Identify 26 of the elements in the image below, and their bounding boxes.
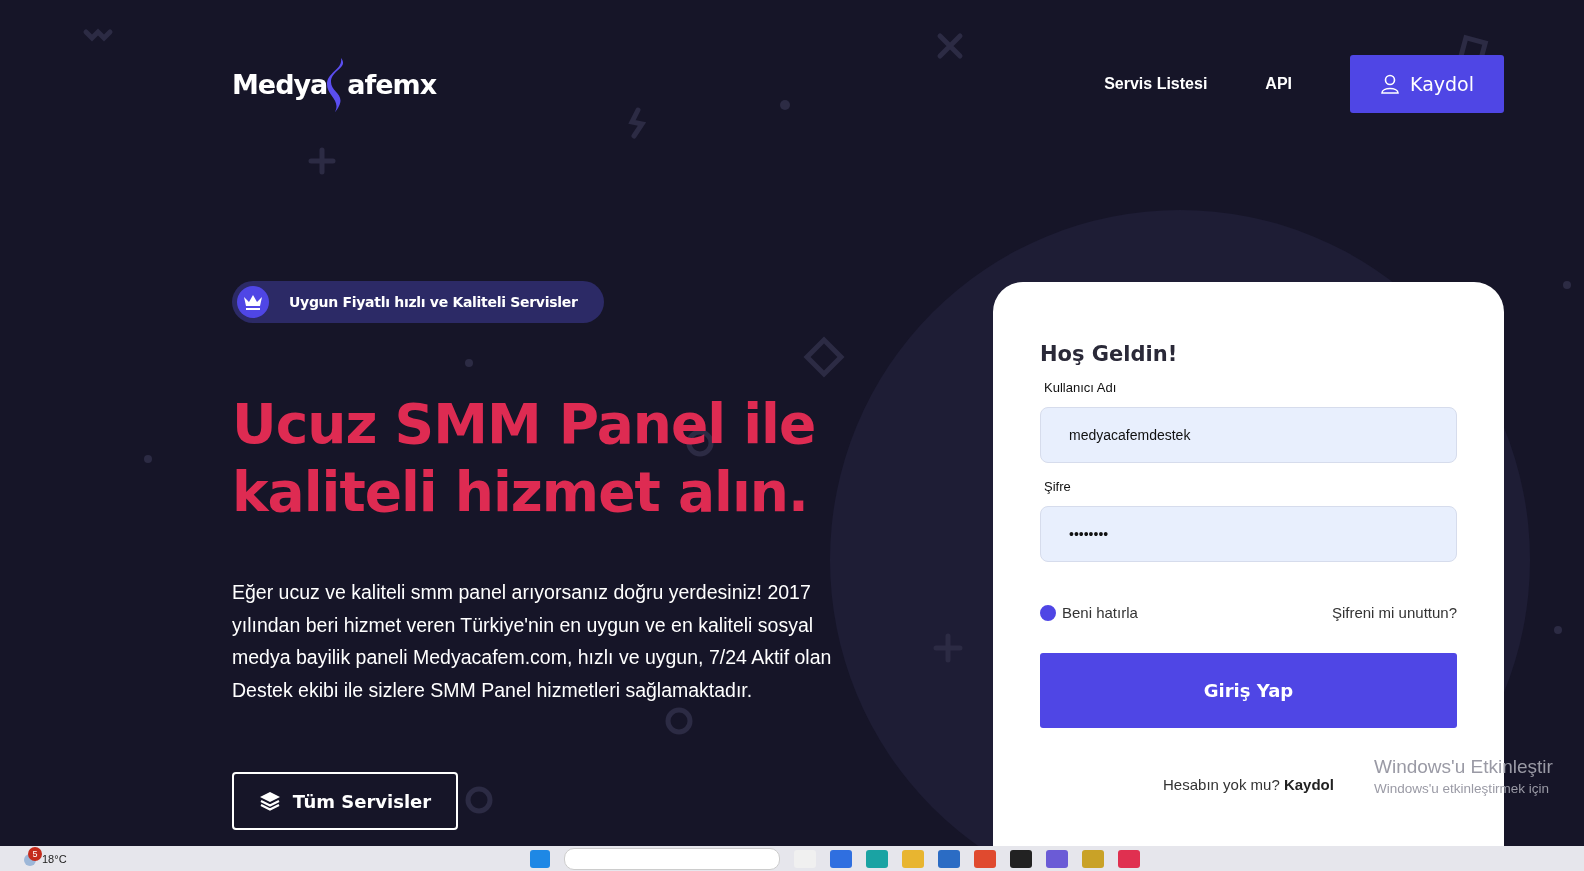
- hero-heading: Ucuz SMM Panel ile kaliteli hizmet alın.: [232, 391, 817, 526]
- nav-link[interactable]: API: [1265, 75, 1292, 93]
- signup-prompt: Hesabın yok mu?: [1163, 776, 1281, 793]
- layers-icon: [258, 791, 281, 811]
- password-field[interactable]: ••••••••: [1040, 506, 1457, 562]
- signup-button[interactable]: Kaydol: [1350, 55, 1504, 113]
- notification-badge: 5: [28, 846, 42, 861]
- feature-badge: Uygun Fiyatlı hızlı ve Kaliteli Servisler: [232, 281, 604, 323]
- login-title: Hoş Geldin!: [1040, 342, 1179, 366]
- nav-link[interactable]: Servis Listesi: [1104, 75, 1208, 93]
- taskbar-app-icon[interactable]: [1010, 849, 1032, 868]
- logo[interactable]: Medya afemx: [232, 56, 437, 112]
- crown-icon: [237, 286, 269, 318]
- remember-checkbox[interactable]: Beni hatırla: [1040, 604, 1138, 621]
- field-label: Şifre: [1044, 479, 1072, 494]
- temperature-label[interactable]: 18°C: [42, 852, 67, 865]
- hero-description: Eğer ucuz ve kaliteli smm panel arıyorsanız doğru yerdesiniz! 2017 yılından beri hizmet veren Türkiye'nin en uygun ve en kaliteli sosyal medya bayilik paneli Medyacafem.com, hızlı ve uygun, 7/24 Aktif olan Destek ekibi ile sizlere SMM Panel hizmetleri sağlamaktadır.: [232, 580, 832, 703]
- all-services-button[interactable]: Tüm Servisler: [232, 772, 458, 830]
- field-label: Kullanıcı Adı: [1044, 380, 1118, 395]
- start-icon[interactable]: [530, 849, 550, 868]
- forgot-password-link[interactable]: Şifreni mi unuttun?: [1331, 604, 1457, 621]
- username-field[interactable]: medyacafemdestek: [1040, 407, 1457, 463]
- user-icon: [1380, 74, 1400, 94]
- signup-link[interactable]: Kaydol: [1283, 776, 1334, 793]
- login-button[interactable]: Giriş Yap: [1040, 653, 1457, 728]
- search-field[interactable]: [564, 847, 780, 870]
